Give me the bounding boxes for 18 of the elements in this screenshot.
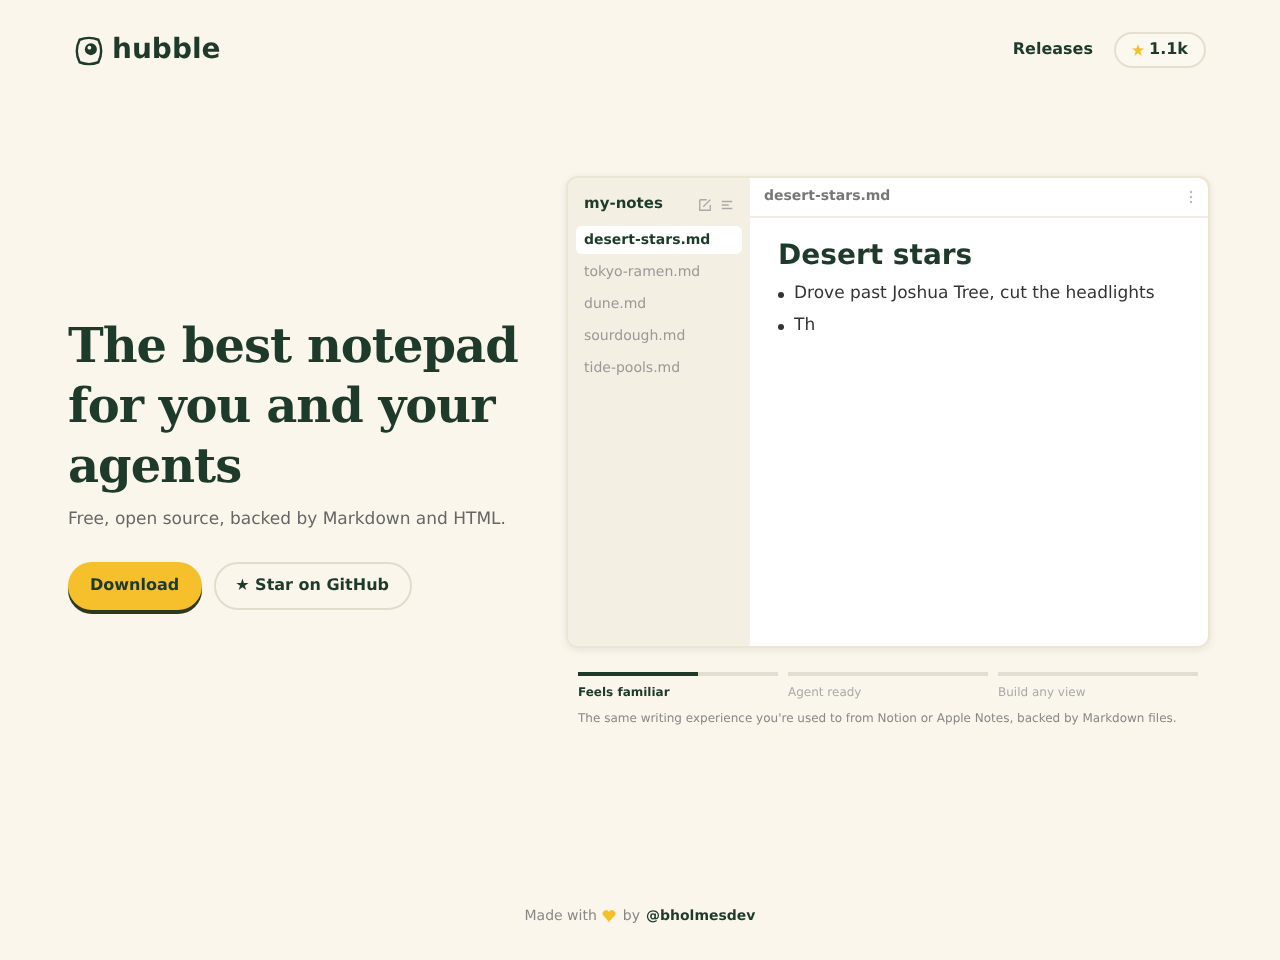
note-heading: Desert stars bbox=[778, 238, 975, 276]
list-icon[interactable] bbox=[720, 197, 734, 211]
hero-title: The best notepad for you and your agents bbox=[68, 316, 520, 496]
bullet-icon bbox=[778, 323, 784, 330]
heart-icon bbox=[602, 909, 617, 922]
github-stars-button[interactable]: 1.1k bbox=[1113, 32, 1206, 68]
bullet-icon bbox=[778, 291, 784, 298]
brand-name[interactable]: hubble bbox=[112, 29, 221, 71]
releases-link[interactable]: Releases bbox=[1012, 38, 1093, 62]
bullet-text: Th bbox=[794, 313, 816, 339]
logo-icon bbox=[74, 35, 104, 65]
new-note-icon[interactable] bbox=[698, 197, 712, 211]
bullet-text: Drove past Joshua Tree, cut the headlights bbox=[794, 282, 1155, 308]
download-button[interactable]: Download bbox=[68, 561, 202, 610]
hero-subtitle: Free, open source, backed by Markdown and HTML. bbox=[68, 508, 508, 534]
more-icon[interactable] bbox=[1188, 190, 1194, 204]
star-icon bbox=[1131, 44, 1143, 56]
github-button[interactable]: ★ Star on GitHub bbox=[213, 561, 411, 610]
